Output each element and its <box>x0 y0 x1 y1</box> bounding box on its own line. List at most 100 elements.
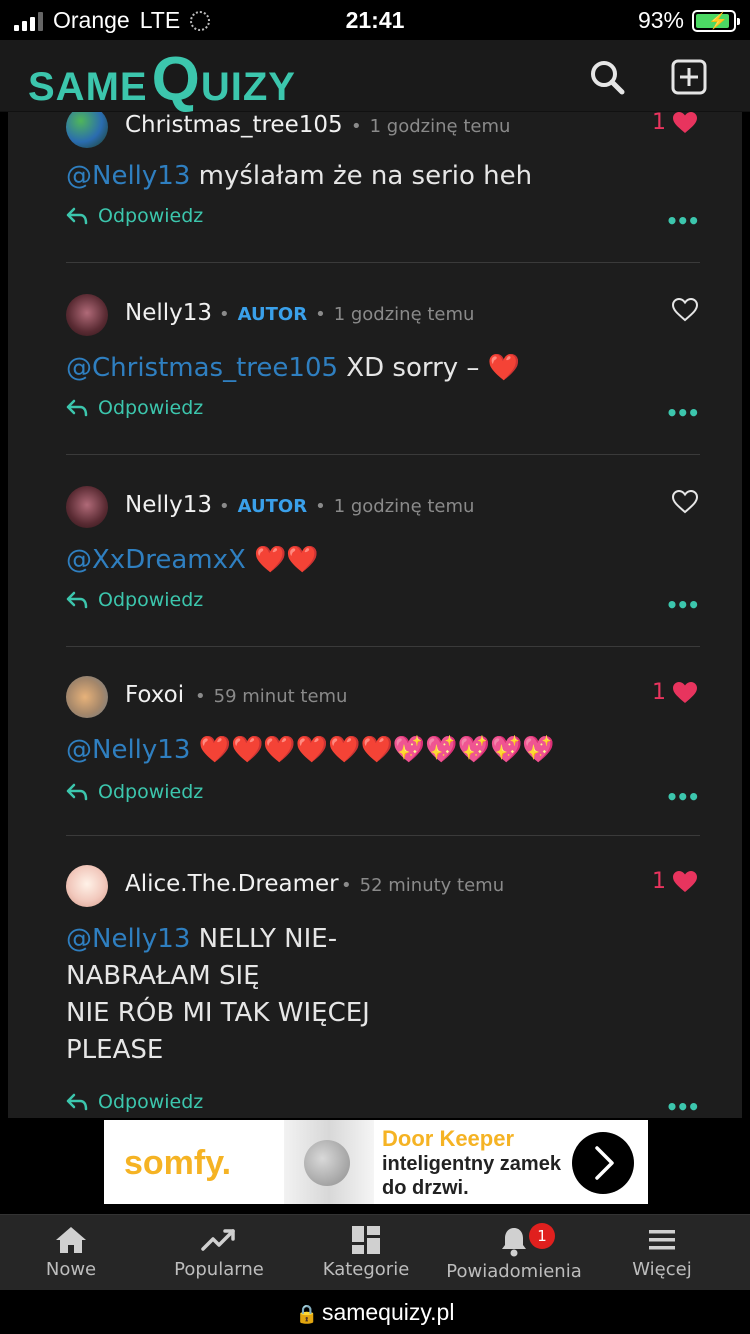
comment-meta: • 52 minuty temu <box>341 875 505 896</box>
comment-time: 59 minut temu <box>213 686 348 707</box>
comment-time: 1 godzinę temu <box>333 496 475 517</box>
comment-meta: • 59 minut temu <box>195 686 348 707</box>
more-options-icon[interactable]: ••• <box>666 785 700 809</box>
like-button[interactable] <box>672 490 698 514</box>
mention-link[interactable]: @Nelly13 <box>66 924 190 954</box>
samequizy-logo[interactable]: SAME Q UIZY <box>28 44 296 115</box>
comment-text: @Nelly13 ❤️❤️❤️❤️❤️❤️💖💖💖💖💖 <box>66 732 700 769</box>
avatar[interactable] <box>66 865 108 907</box>
ad-title: Door Keeper <box>382 1126 515 1151</box>
like-button[interactable] <box>672 298 698 322</box>
nav-label: Powiadomienia <box>446 1261 582 1282</box>
avatar[interactable] <box>66 676 108 718</box>
nav-item-powiadomienia[interactable]: Powiadomienia 1 <box>439 1215 589 1291</box>
notification-badge: 1 <box>529 1223 555 1249</box>
comment-username[interactable]: Nelly13 <box>125 300 212 326</box>
heart-outline-icon <box>672 298 698 322</box>
grid-icon <box>352 1226 380 1254</box>
bottom-nav: Nowe Popularne Kategorie Powiadomienia 1… <box>0 1214 750 1290</box>
like-button[interactable]: 1 <box>652 112 698 135</box>
nav-item-nowe[interactable]: Nowe <box>0 1215 146 1291</box>
reply-label: Odpowiedz <box>98 1091 204 1113</box>
reply-icon <box>66 207 88 225</box>
comment-time: 1 godzinę temu <box>333 304 475 325</box>
url-text: samequizy.pl <box>321 1299 455 1325</box>
ad-subtitle: inteligentny zamek do drzwi. <box>382 1153 561 1199</box>
avatar[interactable] <box>66 486 108 528</box>
like-count: 1 <box>652 112 666 135</box>
nav-item-kategorie[interactable]: Kategorie <box>291 1215 441 1291</box>
comment-username[interactable]: Alice.The.Dreamer <box>125 871 339 897</box>
comment-text: @XxDreamxX ❤️❤️ <box>66 542 700 579</box>
reply-label: Odpowiedz <box>98 781 204 803</box>
mention-link[interactable]: @Nelly13 <box>66 735 190 765</box>
comment-meta: • 1 godzinę temu <box>351 116 511 137</box>
nav-label: Więcej <box>632 1259 692 1280</box>
add-quiz-icon[interactable] <box>670 58 708 96</box>
home-icon <box>56 1227 86 1253</box>
divider <box>66 454 700 455</box>
comment-item: Alice.The.Dreamer • 52 minuty temu 1 @Nel… <box>66 865 700 1118</box>
reply-button[interactable]: Odpowiedz <box>66 1091 203 1113</box>
comment-time: 52 minuty temu <box>359 875 505 896</box>
comment-body: XD sorry – ❤️ <box>338 353 521 383</box>
battery-icon: ⚡ <box>692 9 740 32</box>
reply-button[interactable]: Odpowiedz <box>66 397 203 419</box>
divider <box>66 646 700 647</box>
more-options-icon[interactable]: ••• <box>666 593 700 617</box>
url-bar[interactable]: 🔒 samequizy.pl <box>0 1290 750 1334</box>
reply-label: Odpowiedz <box>98 589 204 611</box>
more-options-icon[interactable]: ••• <box>666 401 700 425</box>
comment-item: Christmas_tree105 • 1 godzinę temu 1 @Nel… <box>66 112 700 235</box>
author-badge: AUTOR <box>237 496 308 517</box>
search-icon[interactable] <box>588 58 626 96</box>
menu-icon <box>649 1230 675 1250</box>
reply-button[interactable]: Odpowiedz <box>66 205 203 227</box>
ad-banner[interactable]: somfy. Door Keeper inteligentny zamek do… <box>104 1120 648 1204</box>
more-options-icon[interactable]: ••• <box>666 209 700 233</box>
reply-icon <box>66 591 88 609</box>
reply-label: Odpowiedz <box>98 205 204 227</box>
ad-product-knob <box>304 1140 350 1186</box>
comments-list[interactable]: Christmas_tree105 • 1 godzinę temu 1 @Nel… <box>8 112 742 1118</box>
ad-brand-logo: somfy. <box>124 1144 232 1182</box>
nav-item-wiecej[interactable]: Więcej <box>587 1215 737 1291</box>
author-badge: AUTOR <box>237 304 308 325</box>
comment-username[interactable]: Christmas_tree105 <box>125 112 343 138</box>
comment-username[interactable]: Nelly13 <box>125 492 212 518</box>
lock-icon: 🔒 <box>295 1304 318 1324</box>
avatar[interactable] <box>66 112 108 148</box>
nav-label: Popularne <box>174 1259 264 1280</box>
trending-icon <box>201 1229 235 1251</box>
bell-icon <box>502 1228 526 1257</box>
logo-q: Q <box>151 45 201 114</box>
comment-meta: • AUTOR • 1 godzinę temu <box>219 304 475 325</box>
reply-icon <box>66 1093 88 1111</box>
reply-button[interactable]: Odpowiedz <box>66 589 203 611</box>
mention-link[interactable]: @Nelly13 <box>66 161 190 191</box>
comment-body: ❤️❤️❤️❤️❤️❤️💖💖💖💖💖 <box>190 735 555 765</box>
comment-username[interactable]: Foxoi <box>125 682 184 708</box>
chevron-right-icon[interactable] <box>572 1132 634 1194</box>
comment-body: ❤️❤️ <box>245 545 319 575</box>
nav-item-popularne[interactable]: Popularne <box>144 1215 294 1291</box>
mention-link[interactable]: @XxDreamxX <box>66 545 246 575</box>
like-button[interactable]: 1 <box>652 680 698 705</box>
comment-item: Nelly13 • AUTOR • 1 godzinę temu @XxDreamxX… <box>66 486 700 619</box>
reply-button[interactable]: Odpowiedz <box>66 781 203 803</box>
comment-item: Foxoi • 59 minut temu 1 @Nelly13 ❤️❤️❤️❤️… <box>66 676 700 811</box>
comment-time: 1 godzinę temu <box>369 116 511 137</box>
comment-meta: • AUTOR • 1 godzinę temu <box>219 496 475 517</box>
like-button[interactable]: 1 <box>652 869 698 894</box>
nav-label: Kategorie <box>322 1259 410 1280</box>
like-count: 1 <box>652 680 666 705</box>
logo-same: SAME <box>28 65 148 109</box>
more-options-icon[interactable]: ••• <box>666 1095 700 1118</box>
heart-filled-icon <box>673 870 697 892</box>
mention-link[interactable]: @Christmas_tree105 <box>66 353 338 383</box>
comment-item: Nelly13 • AUTOR • 1 godzinę temu @Christmas… <box>66 294 700 427</box>
heart-outline-icon <box>672 490 698 514</box>
avatar[interactable] <box>66 294 108 336</box>
battery-percent: 93% <box>637 7 684 33</box>
reply-icon <box>66 399 88 417</box>
